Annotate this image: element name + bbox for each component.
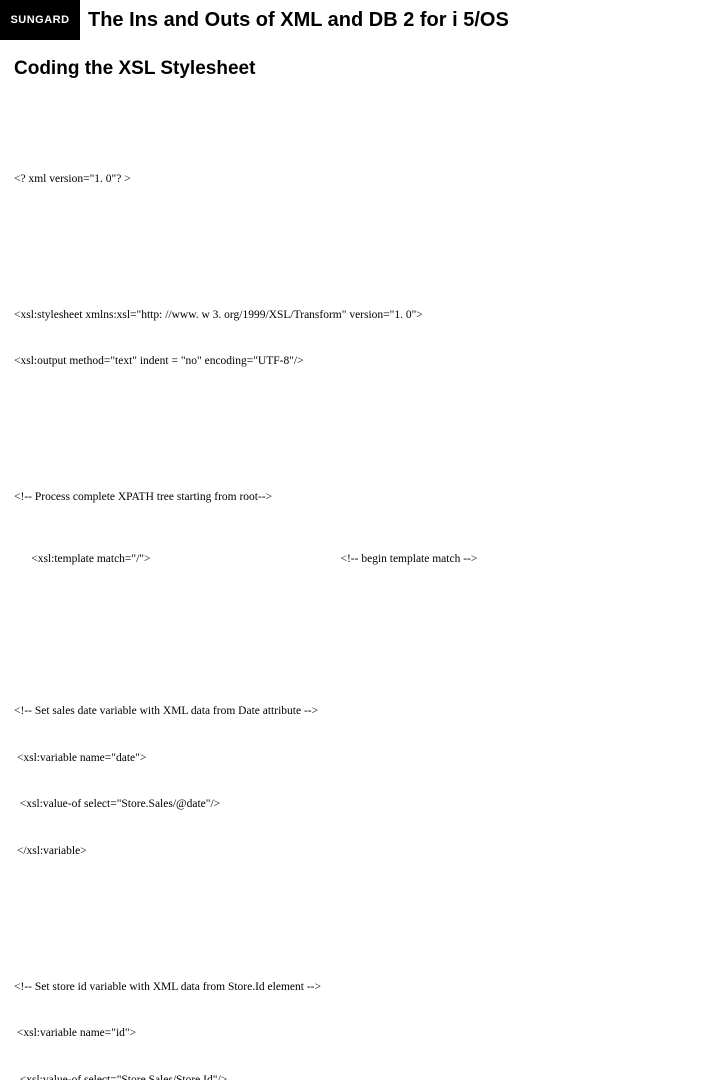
- code-para-2: <xsl:stylesheet xmlns:xsl="http: //www. …: [14, 277, 706, 401]
- code-para-5: <!-- Set store id variable with XML data…: [14, 949, 706, 1080]
- code-comment: <!-- begin template match -->: [340, 553, 477, 565]
- brand-logo: SUNGARD: [0, 0, 80, 40]
- code-line: <!-- Set store id variable with XML data…: [14, 980, 706, 996]
- code-line: <!-- Process complete XPATH tree startin…: [14, 490, 706, 506]
- code-line: </xsl:variable>: [14, 844, 706, 860]
- code-text: <xsl:template match="/">: [31, 553, 150, 565]
- xsl-code-block: <? xml version="1. 0"? > <xsl:stylesheet…: [0, 94, 720, 1080]
- header-bar: SUNGARD The Ins and Outs of XML and DB 2…: [0, 0, 720, 40]
- page-title: The Ins and Outs of XML and DB 2 for i 5…: [80, 0, 720, 40]
- code-line: <!-- Set sales date variable with XML da…: [14, 704, 706, 720]
- code-line: <xsl:variable name="date">: [14, 751, 706, 767]
- code-para-4: <!-- Set sales date variable with XML da…: [14, 673, 706, 890]
- section-heading: Coding the XSL Stylesheet: [0, 40, 720, 94]
- code-para-3: <!-- Process complete XPATH tree startin…: [14, 459, 706, 614]
- code-line: <xsl:value-of select="Store.Sales/@date"…: [14, 797, 706, 813]
- code-para-1: <? xml version="1. 0"? >: [14, 141, 706, 219]
- code-line: <xsl:value-of select="Store.Sales/Store.…: [14, 1073, 706, 1080]
- code-line: <xsl:template match="/"> <!-- begin templ…: [14, 537, 706, 584]
- code-line: <? xml version="1. 0"? >: [14, 172, 706, 188]
- code-line: <xsl:variable name="id">: [14, 1026, 706, 1042]
- code-line: <xsl:output method="text" indent = "no" …: [14, 354, 706, 370]
- code-line: <xsl:stylesheet xmlns:xsl="http: //www. …: [14, 308, 706, 324]
